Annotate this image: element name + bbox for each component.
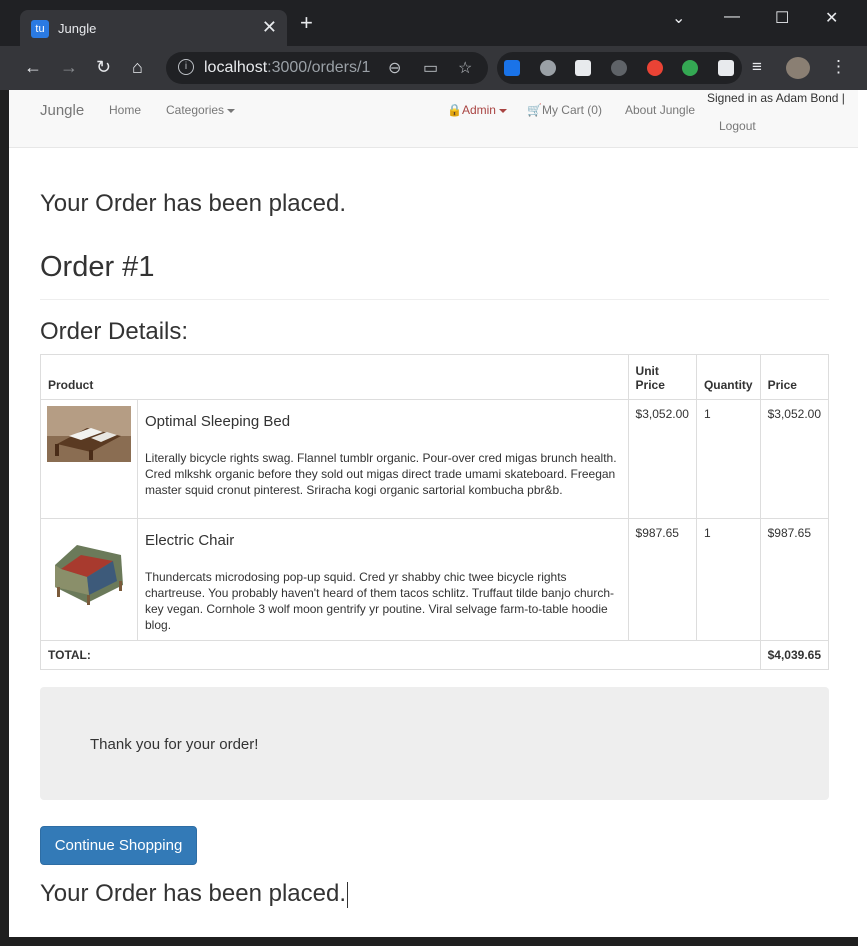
reload-icon[interactable]: ↻ — [96, 57, 111, 78]
menu-icon[interactable]: ⋮ — [830, 57, 847, 77]
cart-icon: 🛒 — [527, 103, 542, 117]
extension-circle-icon[interactable] — [540, 60, 556, 76]
tab-title: Jungle — [58, 21, 97, 36]
total-row: TOTAL: $4,039.65 — [40, 640, 830, 670]
url-text[interactable]: localhost:3000/orders/1 — [204, 59, 370, 77]
chair-image — [47, 525, 131, 609]
order-details-heading: Order Details: — [40, 318, 189, 345]
nav-admin[interactable]: 🔒Admin — [447, 103, 507, 117]
browser-toolbar: ← → ↻ ⌂ i localhost:3000/orders/1 ⊖ ▭ ☆ … — [0, 46, 867, 90]
new-tab-icon[interactable]: + — [300, 12, 313, 34]
address-bar[interactable]: i localhost:3000/orders/1 ⊖ ▭ ☆ — [166, 52, 488, 84]
continue-shopping-button[interactable]: Continue Shopping — [40, 826, 197, 865]
unit-price-cell: $987.65 — [627, 518, 697, 641]
profile-avatar[interactable] — [786, 57, 810, 79]
product-name: Optimal Sleeping Bed — [145, 413, 291, 430]
extension-frog-icon[interactable] — [682, 60, 698, 76]
order-placed-heading: Your Order has been placed. — [40, 190, 346, 217]
zoom-icon[interactable]: ⊖ — [388, 58, 401, 78]
lock-icon: 🔒 — [447, 103, 462, 117]
minimize-icon[interactable]: — — [724, 8, 740, 26]
tab-close-icon[interactable]: ✕ — [262, 17, 277, 38]
product-description: Literally bicycle rights swag. Flannel t… — [145, 451, 617, 497]
unit-price-cell: $3,052.00 — [627, 399, 697, 519]
extension-shield-icon[interactable] — [611, 60, 627, 76]
thank-you-text: Thank you for your order! — [90, 736, 259, 753]
order-placed-heading-bottom: Your Order has been placed. — [40, 880, 348, 908]
price-cell: $987.65 — [759, 518, 830, 641]
product-info-cell: Optimal Sleeping Bed Literally bicycle r… — [137, 399, 629, 519]
nav-about[interactable]: About Jungle — [625, 103, 695, 117]
divider — [40, 299, 829, 300]
table-row: Electric Chair Thundercats microdosing p… — [40, 518, 830, 641]
site-navbar: Jungle Home Categories 🔒Admin 🛒My Cart (… — [9, 90, 858, 148]
tab-search-icon[interactable]: ⌄ — [672, 8, 685, 28]
table-row: Optimal Sleeping Bed Literally bicycle r… — [40, 399, 830, 519]
browser-tab[interactable]: tu Jungle ✕ — [20, 10, 287, 46]
background-window-edge — [858, 90, 867, 946]
thank-you-panel: Thank you for your order! — [40, 687, 829, 800]
product-image-cell — [40, 399, 138, 519]
product-image-cell — [40, 518, 138, 641]
total-value: $4,039.65 — [759, 640, 830, 670]
product-name: Electric Chair — [145, 532, 235, 549]
order-table: Product Unit Price Quantity Price Optima… — [40, 354, 830, 670]
bed-image — [47, 406, 131, 462]
forward-icon[interactable]: → — [60, 57, 78, 78]
install-icon[interactable]: ▭ — [423, 58, 438, 78]
quantity-cell: 1 — [695, 399, 761, 519]
table-header-row: Product Unit Price Quantity Price — [40, 354, 830, 400]
chevron-down-icon — [227, 108, 236, 113]
extension-color-icon[interactable] — [647, 60, 663, 76]
extensions-puzzle-icon[interactable] — [718, 60, 734, 76]
order-title: Order #1 — [40, 251, 155, 283]
price-cell: $3,052.00 — [759, 399, 830, 519]
col-product: Product — [40, 354, 629, 400]
product-description: Thundercats microdosing pop-up squid. Cr… — [145, 570, 615, 632]
browser-tab-strip: tu Jungle ✕ + ⌄ — ☐ ✕ — [0, 0, 867, 46]
nav-cart[interactable]: 🛒My Cart (0) — [527, 103, 602, 117]
site-info-icon[interactable]: i — [178, 59, 194, 75]
col-unit-price: Unit Price — [627, 354, 697, 400]
extension-s-icon[interactable] — [504, 60, 520, 76]
home-icon[interactable]: ⌂ — [132, 57, 143, 78]
product-info-cell: Electric Chair Thundercats microdosing p… — [137, 518, 629, 641]
tab-favicon: tu — [31, 20, 49, 38]
web-page: Jungle Home Categories 🔒Admin 🛒My Cart (… — [9, 90, 858, 937]
nav-categories[interactable]: Categories — [166, 103, 236, 117]
signed-in-text: Signed in as Adam Bond | — [707, 91, 845, 105]
extension-zoom-dl-icon[interactable] — [575, 60, 591, 76]
bookmark-star-icon[interactable]: ☆ — [458, 58, 472, 78]
col-price: Price — [759, 354, 830, 400]
back-icon[interactable]: ← — [24, 57, 42, 78]
logout-link[interactable]: Logout — [719, 119, 756, 133]
extensions-area — [497, 52, 742, 84]
text-cursor — [347, 881, 348, 908]
chevron-down-icon — [498, 108, 507, 113]
close-window-icon[interactable]: ✕ — [825, 8, 838, 28]
col-quantity: Quantity — [695, 354, 761, 400]
quantity-cell: 1 — [695, 518, 761, 641]
media-queue-icon[interactable]: ≡ — [752, 57, 762, 77]
total-label: TOTAL: — [40, 640, 761, 670]
nav-home[interactable]: Home — [109, 103, 141, 117]
brand-link[interactable]: Jungle — [40, 102, 84, 119]
maximize-icon[interactable]: ☐ — [775, 8, 789, 28]
